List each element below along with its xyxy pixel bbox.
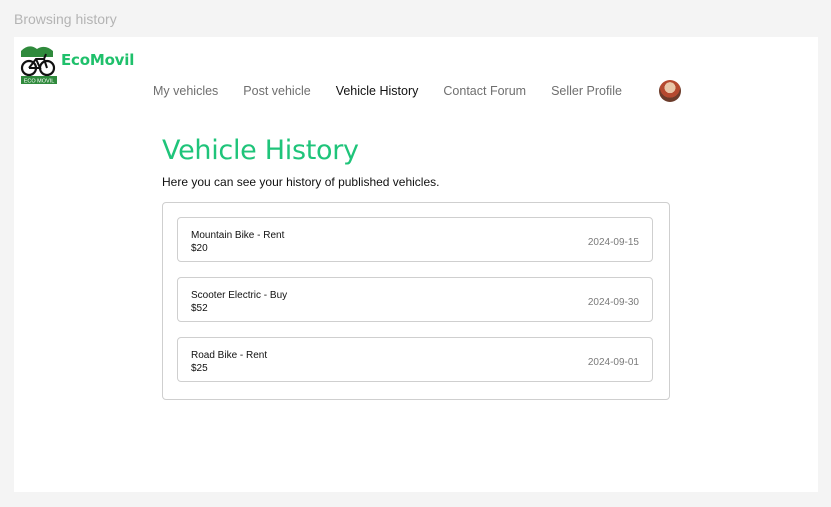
publish-date: 2024-09-01 — [587, 357, 639, 368]
main-nav: My vehicles Post vehicle Vehicle History… — [153, 80, 681, 102]
vehicle-price: $20 — [191, 243, 208, 254]
nav-vehicle-history[interactable]: Vehicle History — [336, 84, 419, 98]
publish-date: 2024-09-30 — [587, 297, 639, 308]
vehicle-name: Scooter Electric - Buy — [191, 290, 288, 301]
nav-seller-profile[interactable]: Seller Profile — [551, 84, 622, 98]
nav-contact-forum[interactable]: Contact Forum — [443, 84, 526, 98]
vehicle-name: Mountain Bike - Rent — [191, 230, 285, 241]
badge-text: ECO MOVIL — [24, 79, 55, 85]
history-item[interactable]: Mountain Bike - Rent $20 2024-09-15 — [177, 217, 653, 262]
vehicle-price: $52 — [191, 303, 208, 314]
vehicle-price: $25 — [191, 363, 208, 374]
nav-my-vehicles[interactable]: My vehicles — [153, 84, 218, 98]
page-subtitle: Here you can see your history of publish… — [162, 175, 440, 189]
frame-label: Browsing history — [14, 11, 117, 27]
vehicle-name: Road Bike - Rent — [191, 350, 268, 361]
page-container: ECO MOVIL EcoMovil My vehicles Post vehi… — [14, 37, 818, 492]
publish-date: 2024-09-15 — [587, 237, 639, 248]
history-item[interactable]: Road Bike - Rent $25 2024-09-01 — [177, 337, 653, 382]
nav-post-vehicle[interactable]: Post vehicle — [243, 84, 310, 98]
history-list: Mountain Bike - Rent $20 2024-09-15 Scoo… — [162, 202, 670, 400]
history-item[interactable]: Scooter Electric - Buy $52 2024-09-30 — [177, 277, 653, 322]
user-avatar[interactable] — [658, 80, 681, 102]
bike-logo-icon: ECO MOVIL — [19, 43, 59, 85]
brand-logo[interactable]: ECO MOVIL EcoMovil — [19, 43, 134, 85]
brand-name: EcoMovil — [61, 51, 135, 69]
page-title: Vehicle History — [162, 135, 359, 166]
